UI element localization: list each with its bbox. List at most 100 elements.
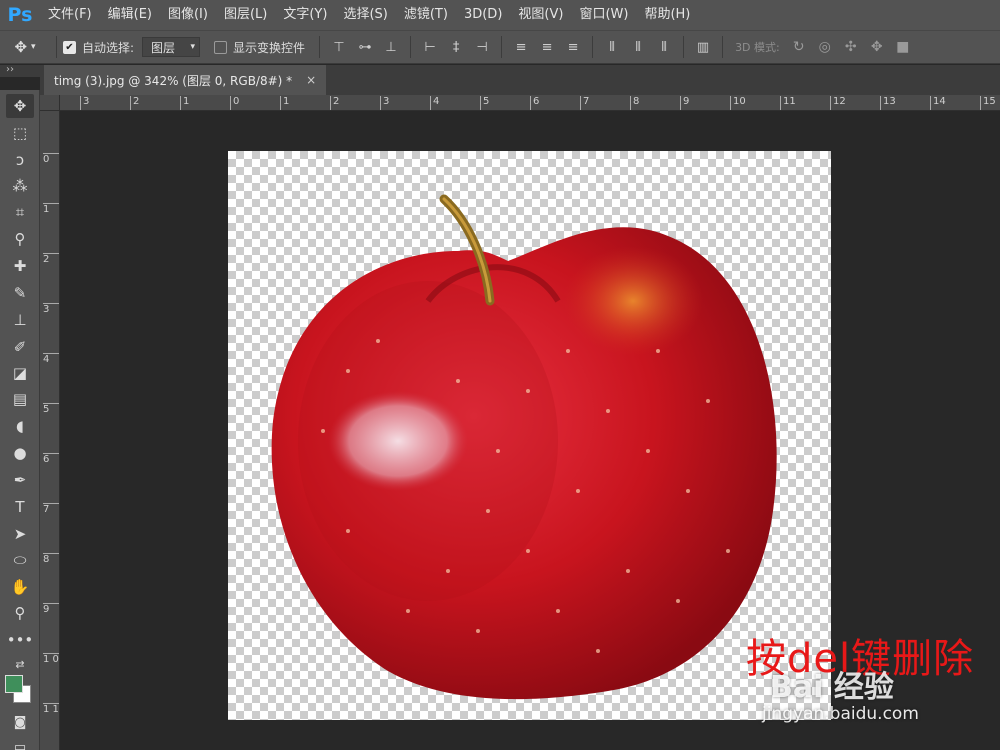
screen-mode-icon[interactable]: ▭ (6, 735, 34, 750)
ruler-tick-label: 15 (980, 96, 996, 110)
distribute-bottom-icon[interactable]: ≡ (562, 36, 584, 58)
apple-image (271, 194, 777, 700)
brush-tool-icon[interactable]: ✎ (6, 281, 34, 305)
divider (722, 36, 724, 58)
menu-window[interactable]: 窗口(W) (571, 0, 636, 30)
document-tab-bar: timg (3).jpg @ 342% (图层 0, RGB/8#) * × (40, 65, 1000, 95)
ruler-tick-label: 4 (430, 96, 439, 110)
foreground-color-swatch[interactable] (5, 675, 23, 693)
dodge-tool-icon[interactable]: ● (6, 441, 34, 465)
3d-scale-icon[interactable]: ■ (892, 36, 914, 58)
ruler-tick-label: 5 (480, 96, 489, 110)
3d-rotate-icon[interactable]: ↻ (788, 36, 810, 58)
lasso-tool-icon[interactable]: ↄ (6, 148, 34, 172)
ruler-tick-label: 0 (230, 96, 239, 110)
ruler-tick-label: 5 (43, 403, 59, 415)
align-top-icon[interactable]: ⊤ (328, 36, 350, 58)
ruler-tick-label: 12 (830, 96, 846, 110)
ruler-tick-label: 2 (330, 96, 339, 110)
3d-slide-icon[interactable]: ✥ (866, 36, 888, 58)
menu-file[interactable]: 文件(F) (40, 0, 100, 30)
menu-view[interactable]: 视图(V) (510, 0, 571, 30)
ruler-tick-label: 13 (880, 96, 896, 110)
distribute-horizontal-center-icon[interactable]: ⦀ (627, 36, 649, 58)
align-vertical-center-icon[interactable]: ⊶ (354, 36, 376, 58)
panel-collapse-toggle[interactable]: ›› (0, 65, 40, 77)
eraser-tool-icon[interactable]: ◪ (6, 361, 34, 385)
blur-tool-icon[interactable]: ◖ (6, 414, 34, 438)
swap-colors-icon[interactable]: ⇄ (6, 652, 34, 676)
ruler-tick-label: 11 (780, 96, 796, 110)
move-tool-icon: ✥ (14, 38, 28, 56)
document-tab-title: timg (3).jpg @ 342% (图层 0, RGB/8#) * (54, 73, 293, 88)
ruler-origin[interactable] (40, 95, 60, 111)
document-canvas[interactable] (228, 151, 831, 720)
hand-tool-icon[interactable]: ✋ (6, 575, 34, 599)
vertical-ruler[interactable]: 0 1 2 3 4 5 6 7 8 9 1 0 1 1 (40, 111, 60, 750)
path-selection-tool-icon[interactable]: ➤ (6, 522, 34, 546)
auto-select-checkbox[interactable]: ✔ (63, 40, 76, 54)
pen-tool-icon[interactable]: ✒ (6, 468, 34, 492)
divider (56, 36, 57, 58)
ruler-tick-label: 8 (630, 96, 639, 110)
distribute-vertical-center-icon[interactable]: ≡ (536, 36, 558, 58)
ruler-tick-label: 2 (43, 253, 59, 265)
align-right-icon[interactable]: ⊣ (471, 36, 493, 58)
menu-help[interactable]: 帮助(H) (636, 0, 698, 30)
crop-tool-icon[interactable]: ⌗ (6, 200, 34, 224)
distribute-right-icon[interactable]: ⦀ (653, 36, 675, 58)
menu-3d[interactable]: 3D(D) (456, 0, 510, 30)
auto-align-layers-icon[interactable]: ▥ (692, 36, 714, 58)
quick-mask-icon[interactable]: ◙ (6, 710, 34, 734)
marquee-tool-icon[interactable]: ⬚ (6, 121, 34, 145)
ruler-tick-label: 1 0 (43, 653, 59, 665)
align-horizontal-center-icon[interactable]: ‡ (445, 36, 467, 58)
ruler-tick-label: 9 (43, 603, 59, 615)
menu-image[interactable]: 图像(I) (160, 0, 216, 30)
clone-stamp-tool-icon[interactable]: ⊥ (6, 308, 34, 332)
type-tool-icon[interactable]: T (6, 495, 34, 519)
document-tab[interactable]: timg (3).jpg @ 342% (图层 0, RGB/8#) * × (44, 65, 327, 95)
distribute-left-icon[interactable]: ⦀ (601, 36, 623, 58)
ruler-tick-label: 0 (43, 153, 59, 165)
photoshop-logo: Ps (7, 4, 33, 26)
divider (410, 36, 412, 58)
ruler-tick-label: 3 (43, 303, 59, 315)
ruler-tick-label: 2 (130, 96, 139, 110)
ruler-tick-label: 3 (80, 96, 89, 110)
align-left-icon[interactable]: ⊢ (419, 36, 441, 58)
auto-select-target-dropdown[interactable]: 图层 ▾ (142, 37, 201, 57)
menu-filter[interactable]: 滤镜(T) (396, 0, 456, 30)
3d-pan-icon[interactable]: ✣ (840, 36, 862, 58)
ruler-tick-label: 4 (43, 353, 59, 365)
menu-select[interactable]: 选择(S) (335, 0, 395, 30)
ellipse-tool-icon[interactable]: ⬭ (6, 548, 34, 572)
move-tool-icon[interactable]: ✥ (6, 94, 34, 118)
menu-edit[interactable]: 编辑(E) (100, 0, 160, 30)
chevron-down-icon: ▾ (190, 42, 196, 52)
menu-layer[interactable]: 图层(L) (216, 0, 275, 30)
gradient-tool-icon[interactable]: ▤ (6, 387, 34, 411)
3d-mode-label: 3D 模式: (735, 41, 780, 54)
eyedropper-tool-icon[interactable]: ⚲ (6, 227, 34, 251)
zoom-tool-icon[interactable]: ⚲ (6, 601, 34, 625)
healing-brush-tool-icon[interactable]: ✚ (6, 254, 34, 278)
history-brush-tool-icon[interactable]: ✐ (6, 335, 34, 359)
menu-type[interactable]: 文字(Y) (275, 0, 335, 30)
show-transform-label: 显示变换控件 (233, 40, 306, 55)
ruler-tick-label: 7 (43, 503, 59, 515)
divider (683, 36, 685, 58)
horizontal-ruler[interactable]: 3 2 1 0 1 2 3 4 5 6 7 8 9 10 11 12 13 14 15 (60, 95, 1000, 111)
baidu-watermark: Bai 经验 jingyan.baidu.com (760, 660, 990, 730)
divider (501, 36, 503, 58)
show-transform-checkbox[interactable] (214, 40, 228, 54)
tool-preset-picker[interactable]: ✥ ▾ (0, 38, 50, 56)
align-bottom-icon[interactable]: ⊥ (380, 36, 402, 58)
ruler-tick-label: 9 (680, 96, 689, 110)
distribute-top-icon[interactable]: ≡ (510, 36, 532, 58)
magic-wand-tool-icon[interactable]: ⁂ (6, 174, 34, 198)
3d-roll-icon[interactable]: ◎ (814, 36, 836, 58)
more-tools-icon[interactable]: ••• (6, 628, 34, 652)
ruler-tick-label: 6 (43, 453, 59, 465)
close-icon[interactable]: × (306, 73, 316, 87)
